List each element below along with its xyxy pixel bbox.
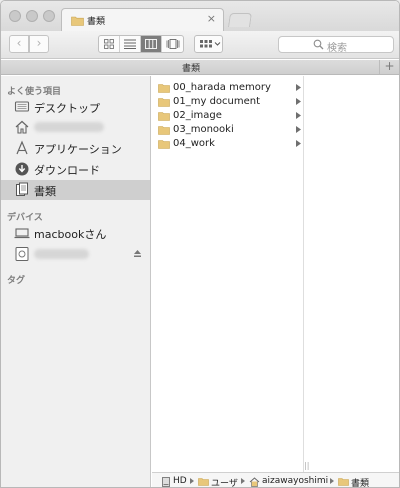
disk-icon (15, 247, 29, 261)
finder-window: 書類 × ‹ › 検索 書類 + よく使う項目 デスクトップ アプリケーション … (0, 0, 400, 488)
home-icon (15, 120, 29, 134)
zoom-window-button[interactable] (43, 10, 55, 22)
columns-icon (145, 39, 157, 49)
devices-header: デバイス (7, 213, 43, 223)
sidebar-item-label: 書類 (34, 185, 56, 198)
documents-icon (16, 182, 28, 196)
path-crumb[interactable]: ユーザ (211, 476, 238, 487)
downloads-icon (15, 162, 29, 176)
folder-icon (158, 84, 170, 93)
tab-bar: 書類 + (1, 60, 399, 75)
folder-name: 02_image (173, 110, 222, 121)
forward-button[interactable]: › (29, 35, 49, 53)
search-icon (313, 39, 324, 50)
list-item[interactable]: 00_harada memory (152, 81, 304, 95)
icon-view-button[interactable] (99, 36, 120, 52)
arrange-button[interactable] (194, 35, 223, 53)
search-placeholder: 検索 (327, 43, 347, 54)
sidebar-item-label: デスクトップ (34, 102, 100, 115)
folder-icon (198, 478, 209, 486)
list-view-button[interactable] (120, 36, 141, 52)
column-view-button[interactable] (141, 36, 162, 52)
sidebar: よく使う項目 デスクトップ アプリケーション ダウンロード 書類 デバイス ma… (1, 76, 151, 487)
sidebar-item-downloads[interactable]: ダウンロード (1, 159, 150, 179)
grid-icon (104, 39, 114, 49)
hard-disk-icon (162, 477, 170, 487)
sidebar-item-documents[interactable]: 書類 (1, 180, 150, 200)
minimize-window-button[interactable] (26, 10, 38, 22)
applications-icon (16, 140, 28, 155)
tab-documents[interactable]: 書類 × (61, 8, 224, 31)
sidebar-item-label: macbookさん (34, 228, 107, 241)
view-mode-switch (98, 35, 184, 53)
tab-bar-title: 書類 (181, 64, 200, 74)
sidebar-item-label: ダウンロード (34, 164, 100, 177)
cover-flow-icon (166, 39, 179, 49)
folder-name: 01_my document (173, 96, 261, 107)
close-tab-icon[interactable]: × (207, 12, 216, 25)
sidebar-item-label: アプリケーション (34, 143, 122, 156)
path-crumb[interactable]: aizawayoshimi (262, 476, 328, 486)
column-resize-handle[interactable]: || (304, 461, 309, 470)
arrange-grid-icon (200, 40, 221, 48)
folder-icon (158, 98, 170, 107)
sidebar-item-home[interactable] (1, 117, 150, 137)
disclosure-arrow-icon (296, 112, 301, 119)
new-tab-button[interactable] (228, 13, 252, 27)
list-item[interactable]: 04_work (152, 137, 304, 151)
chevron-left-icon: ‹ (16, 36, 22, 50)
list-item[interactable]: 01_my document (152, 95, 304, 109)
folder-name: 00_harada memory (173, 82, 271, 93)
folder-icon (158, 140, 170, 149)
folder-icon (71, 16, 84, 26)
sidebar-item-desktop[interactable]: デスクトップ (1, 97, 150, 117)
disclosure-arrow-icon (296, 140, 301, 147)
folder-name: 03_monooki (173, 124, 234, 135)
list-icon (124, 39, 136, 49)
disclosure-arrow-icon (296, 126, 301, 133)
browser-column: 00_harada memory 01_my document 02_image… (152, 76, 304, 472)
path-bar: HD ユーザ aizawayoshimi 書類 (152, 472, 399, 487)
list-item[interactable]: 02_image (152, 109, 304, 123)
redacted-username (34, 122, 104, 132)
tab-title: 書類 (87, 17, 106, 27)
close-window-button[interactable] (9, 10, 21, 22)
path-separator-icon (241, 478, 245, 484)
laptop-icon (14, 228, 30, 239)
list-item[interactable]: 03_monooki (152, 123, 304, 137)
path-separator-icon (190, 478, 194, 484)
chevron-right-icon: › (36, 36, 42, 50)
eject-icon[interactable] (133, 249, 142, 258)
folder-name: 04_work (173, 138, 215, 149)
back-button[interactable]: ‹ (9, 35, 29, 53)
sidebar-item-macbook[interactable]: macbookさん (1, 223, 150, 243)
tags-header: タグ (7, 276, 26, 286)
disclosure-arrow-icon (296, 84, 301, 91)
folder-icon (338, 478, 349, 486)
sidebar-item-applications[interactable]: アプリケーション (1, 138, 150, 158)
toolbar: ‹ › 検索 (1, 31, 399, 59)
add-tab-icon[interactable]: + (379, 60, 399, 74)
desktop-icon (14, 101, 30, 112)
disclosure-arrow-icon (296, 98, 301, 105)
cover-flow-button[interactable] (162, 36, 183, 52)
folder-icon (158, 112, 170, 121)
path-separator-icon (330, 478, 334, 484)
redacted-disk-name (34, 249, 89, 259)
path-crumb[interactable]: HD (173, 476, 187, 486)
home-icon (249, 477, 260, 487)
sidebar-item-disk[interactable] (1, 244, 150, 264)
search-field[interactable]: 検索 (278, 36, 394, 54)
favorites-header: よく使う項目 (7, 87, 62, 97)
path-crumb[interactable]: 書類 (351, 476, 369, 487)
title-bar: 書類 × (1, 1, 399, 31)
folder-icon (158, 126, 170, 135)
